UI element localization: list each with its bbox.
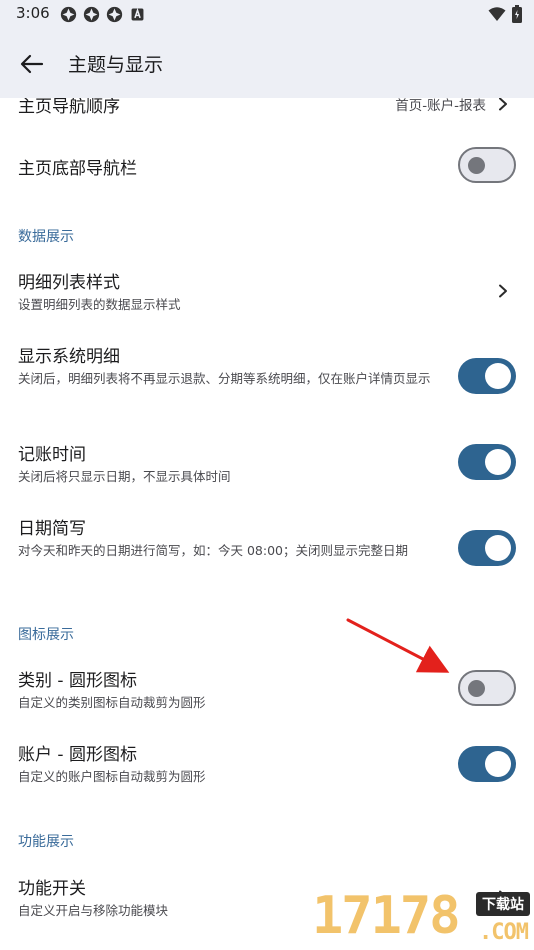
setting-title: 日期简写: [18, 519, 86, 539]
switch-knob: [485, 363, 511, 389]
section-header-data-display: 数据展示: [18, 229, 74, 245]
section-header-icon-display: 图标展示: [18, 627, 74, 643]
status-time: 3:06: [16, 4, 50, 22]
setting-row-show-system-details[interactable]: 显示系统明细 关闭后，明细列表将不再显示退款、分期等系统明细，仅在账户详情页显示: [0, 334, 534, 418]
setting-title: 主页导航顺序: [18, 98, 120, 117]
status-notification-icons: [60, 6, 146, 23]
setting-subtitle: 关闭后，明细列表将不再显示退款、分期等系统明细，仅在账户详情页显示: [18, 371, 431, 386]
setting-row-home-nav-order[interactable]: 主页导航顺序 首页-账户-报表: [0, 98, 534, 122]
switch-knob: [485, 449, 511, 475]
setting-row-account-round-icon[interactable]: 账户 - 圆形图标 自定义的账户图标自动裁剪为圆形: [0, 734, 534, 794]
chevron-right-icon: [499, 98, 507, 111]
arrow-left-icon[interactable]: [18, 50, 46, 78]
account-round-icon-switch[interactable]: [458, 746, 516, 782]
app-notification-icon: [106, 6, 123, 23]
setting-title: 记账时间: [18, 445, 86, 465]
setting-row-date-short[interactable]: 日期简写 对今天和昨天的日期进行简写，如：今天 08:00；关闭则显示完整日期: [0, 506, 534, 590]
app-notification-icon: [83, 6, 100, 23]
wifi-icon: [488, 7, 506, 21]
setting-row-bottom-nav[interactable]: 主页底部导航栏: [0, 136, 534, 192]
setting-subtitle: 关闭后将只显示日期，不显示具体时间: [18, 469, 231, 484]
watermark-number: 17178: [312, 886, 461, 946]
setting-title: 显示系统明细: [18, 347, 120, 367]
watermark-domain: .COM: [479, 920, 529, 945]
setting-title: 主页底部导航栏: [18, 159, 137, 179]
setting-row-detail-list-style[interactable]: 明细列表样式 设置明细列表的数据显示样式: [0, 258, 534, 324]
bottom-nav-switch[interactable]: [458, 147, 516, 183]
record-time-switch[interactable]: [458, 444, 516, 480]
setting-title: 类别 - 圆形图标: [18, 671, 137, 691]
watermark-logo: 17178 下载站 .COM: [308, 878, 534, 950]
setting-subtitle: 对今天和昨天的日期进行简写，如：今天 08:00；关闭则显示完整日期: [18, 543, 408, 558]
switch-knob: [468, 679, 485, 697]
app-bar: 主题与显示: [0, 28, 534, 98]
setting-subtitle: 自定义的账户图标自动裁剪为圆形: [18, 769, 206, 784]
setting-subtitle: 设置明细列表的数据显示样式: [18, 297, 181, 312]
switch-knob: [468, 156, 485, 174]
status-bar: 3:06: [0, 0, 534, 28]
setting-value: 首页-账户-报表: [395, 98, 486, 114]
a-notification-icon: [131, 7, 144, 21]
annotation-arrow-icon: [346, 618, 450, 673]
setting-title: 明细列表样式: [18, 273, 120, 293]
chevron-right-icon: [499, 284, 507, 298]
battery-icon: [512, 5, 522, 23]
setting-title: 账户 - 圆形图标: [18, 745, 137, 765]
show-system-details-switch[interactable]: [458, 358, 516, 394]
setting-subtitle: 自定义的类别图标自动裁剪为圆形: [18, 695, 206, 710]
date-short-switch[interactable]: [458, 530, 516, 566]
category-round-icon-switch[interactable]: [458, 670, 516, 706]
section-header-feature-display: 功能展示: [18, 834, 74, 850]
app-notification-icon: [60, 6, 77, 23]
page-title: 主题与显示: [68, 54, 164, 76]
setting-row-record-time[interactable]: 记账时间 关闭后将只显示日期，不显示具体时间: [0, 432, 534, 492]
switch-knob: [485, 535, 511, 561]
settings-list[interactable]: 主页导航顺序 首页-账户-报表 主页底部导航栏 数据展示 明细列表样式 设置明细…: [0, 98, 534, 950]
switch-knob: [485, 751, 511, 777]
watermark-badge: 下载站: [476, 892, 530, 916]
setting-title: 功能开关: [18, 879, 86, 899]
status-system-icons: [488, 5, 522, 23]
